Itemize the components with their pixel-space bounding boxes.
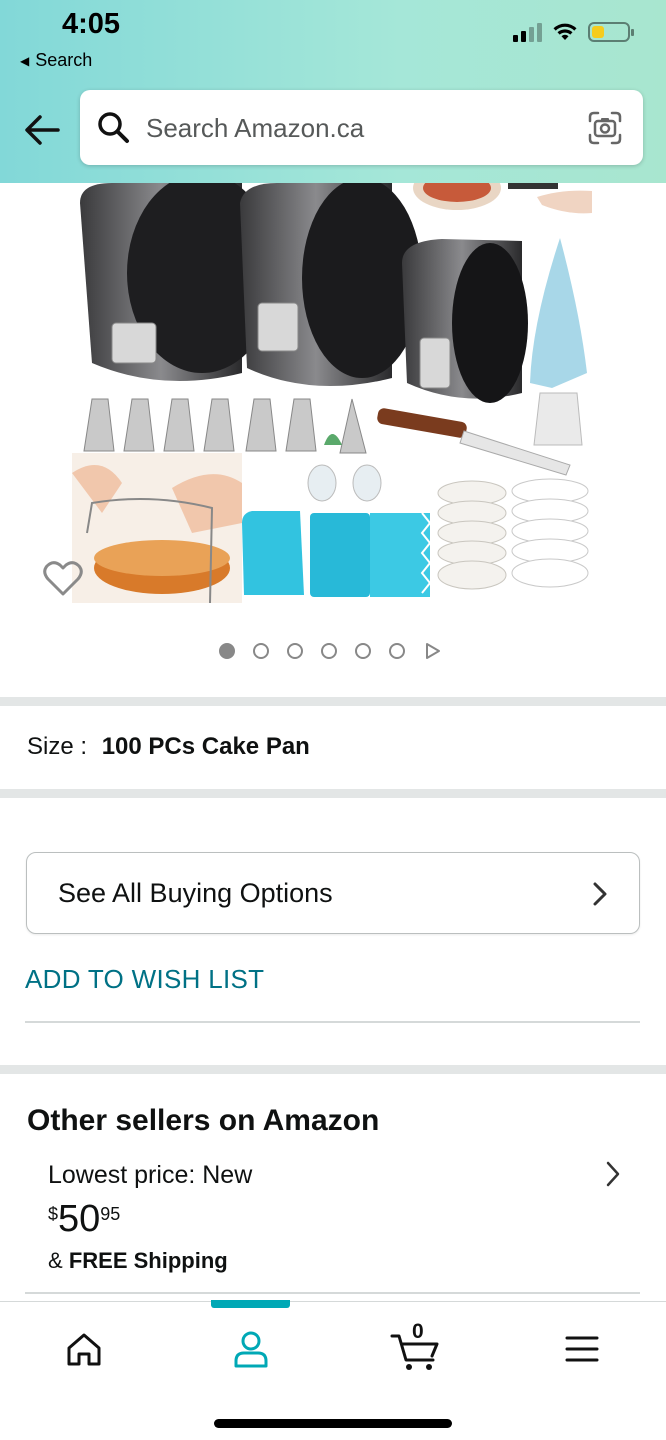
nav-active-indicator: [211, 1300, 290, 1308]
search-box[interactable]: [80, 90, 643, 165]
add-to-wish-list-link[interactable]: ADD TO WISH LIST: [25, 964, 264, 995]
search-icon: [98, 112, 129, 143]
cart-count: 0: [412, 1320, 424, 1343]
carousel-dots: [219, 642, 441, 660]
lowest-price-label[interactable]: Lowest price: New: [48, 1161, 252, 1190]
product-image[interactable]: [72, 183, 594, 603]
section-divider: [0, 697, 666, 706]
price-symbol: $: [48, 1204, 59, 1224]
home-indicator: [214, 1419, 452, 1428]
price-fraction: 95: [100, 1204, 121, 1224]
carousel-dot-2[interactable]: [253, 643, 269, 659]
section-divider: [0, 789, 666, 798]
section-divider: [0, 1065, 666, 1074]
back-triangle-icon: ◀: [20, 53, 30, 68]
price: $5095: [48, 1198, 120, 1241]
wifi-icon: [553, 23, 577, 40]
chevron-right-icon: [593, 882, 607, 906]
size-label: Size :: [27, 733, 88, 760]
carousel-dot-6[interactable]: [389, 643, 405, 659]
carousel-dot-4[interactable]: [321, 643, 337, 659]
see-all-buying-options-button[interactable]: See All Buying Options: [26, 852, 640, 934]
size-value: 100 PCs Cake Pan: [101, 733, 310, 760]
home-icon[interactable]: [59, 1324, 109, 1374]
status-back-label: Search: [35, 50, 93, 70]
divider: [25, 1292, 640, 1294]
status-back-link[interactable]: ◀ Search: [20, 50, 92, 71]
play-video-icon[interactable]: [423, 642, 441, 660]
heart-icon[interactable]: [42, 558, 84, 598]
divider: [25, 1021, 640, 1023]
menu-icon[interactable]: [557, 1324, 607, 1374]
shipping-prefix: &: [48, 1248, 63, 1273]
camera-scan-icon[interactable]: [587, 110, 623, 146]
other-sellers-title: Other sellers on Amazon: [27, 1104, 380, 1137]
status-time: 4:05: [62, 8, 121, 40]
search-input[interactable]: [146, 112, 566, 144]
shipping-info: & FREE Shipping: [48, 1248, 228, 1274]
account-icon[interactable]: [226, 1324, 276, 1374]
back-arrow-icon[interactable]: [22, 112, 62, 148]
cart-button[interactable]: 0: [389, 1320, 445, 1374]
price-whole: 50: [58, 1198, 101, 1240]
battery-icon: [588, 22, 634, 42]
carousel-dot-5[interactable]: [355, 643, 371, 659]
bottom-nav: 0: [0, 1300, 666, 1440]
signal-icon: [513, 22, 542, 42]
carousel-dot-1[interactable]: [219, 643, 235, 659]
carousel-dot-3[interactable]: [287, 643, 303, 659]
buying-options-label: See All Buying Options: [58, 878, 333, 908]
chevron-right-icon[interactable]: [604, 1160, 622, 1188]
header: 4:05 ◀ Search: [0, 0, 666, 183]
status-icons: [513, 22, 634, 42]
shipping-text: FREE Shipping: [68, 1248, 228, 1273]
size-selector[interactable]: Size : 100 PCs Cake Pan: [27, 733, 310, 761]
